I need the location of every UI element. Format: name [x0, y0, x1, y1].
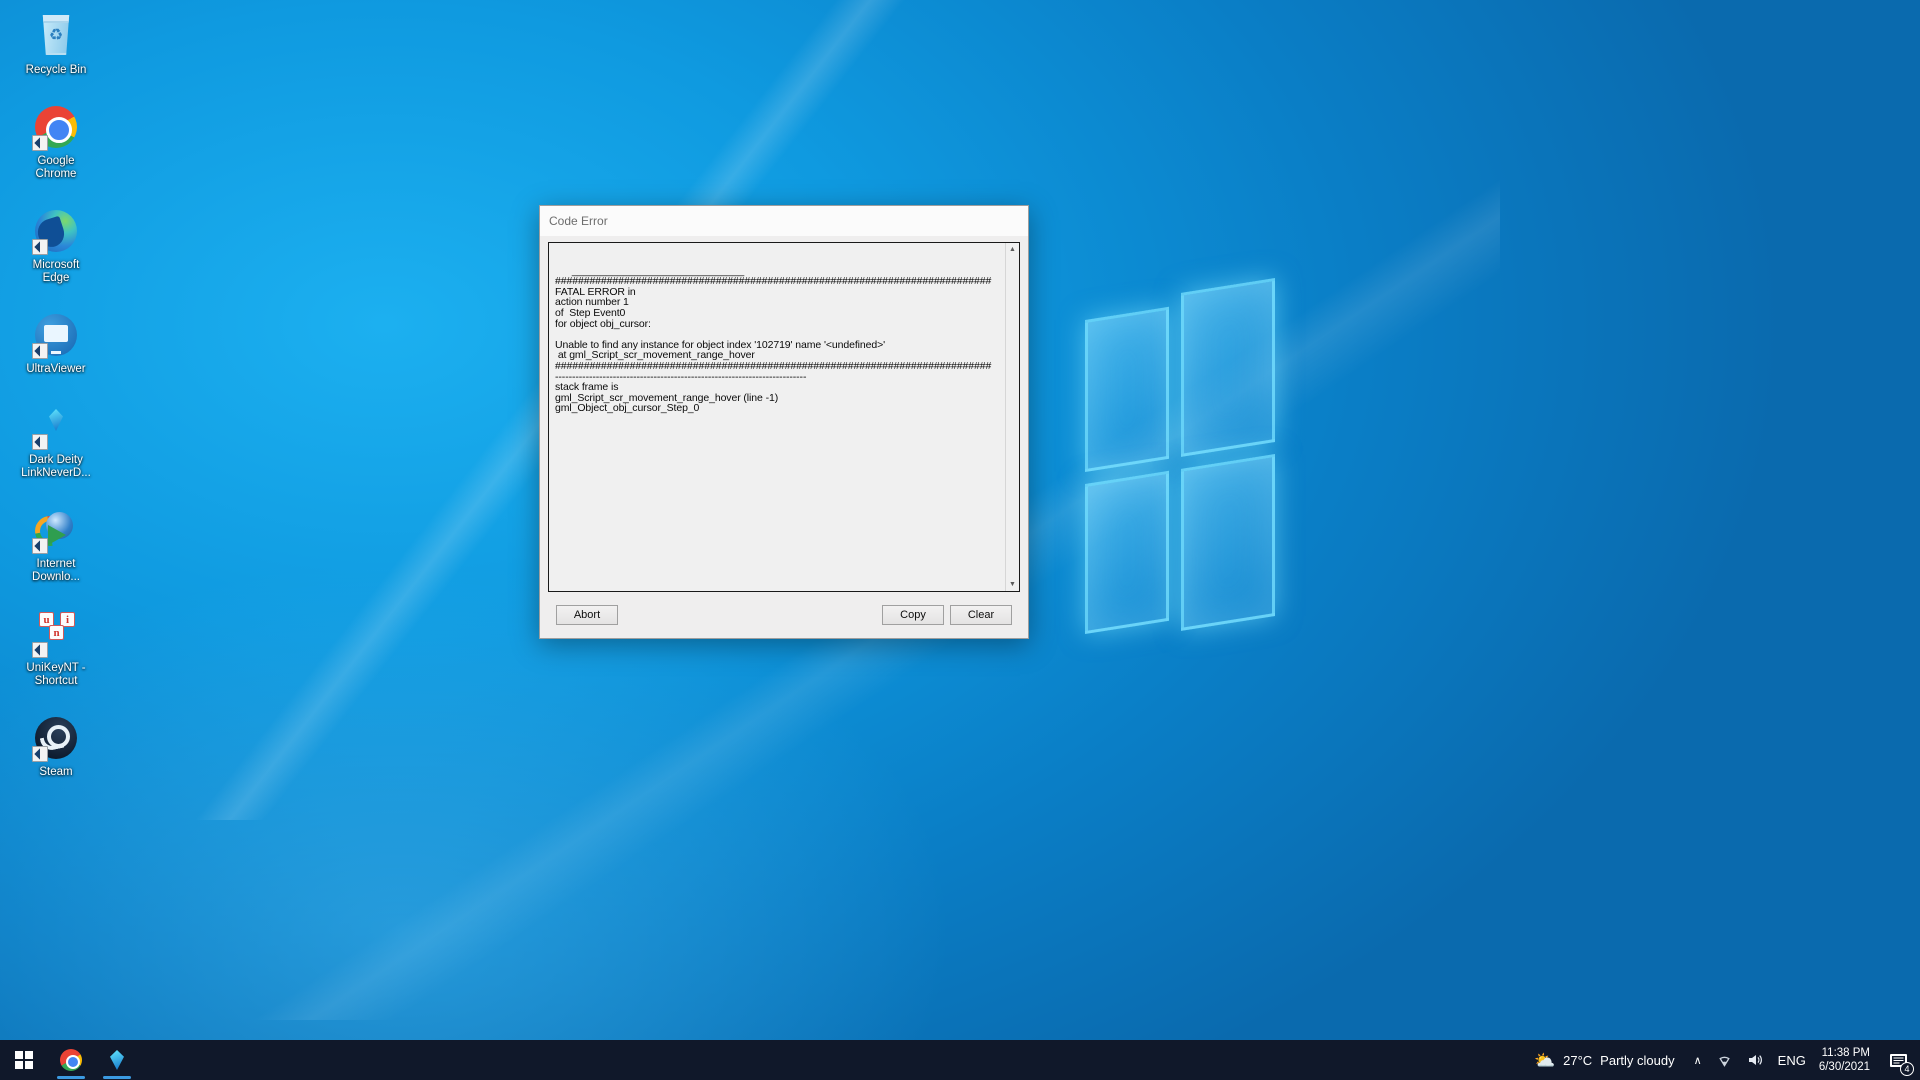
- show-hidden-icons-button[interactable]: ∧: [1687, 1040, 1709, 1080]
- taskbar-item-chrome[interactable]: [48, 1040, 94, 1080]
- copy-button[interactable]: Copy: [882, 605, 944, 625]
- internet-download-manager-icon: [32, 506, 80, 554]
- scroll-up-arrow-icon[interactable]: ▲: [1006, 243, 1019, 256]
- steam-icon: [32, 714, 80, 762]
- desktop-icon-microsoft-edge[interactable]: Microsoft Edge: [0, 203, 112, 291]
- desktop-icon-label: Steam: [2, 766, 110, 779]
- weather-description: Partly cloudy: [1600, 1053, 1674, 1068]
- error-text-scrollbar[interactable]: ▲ ▼: [1005, 243, 1019, 591]
- taskbar-item-dark-deity[interactable]: [94, 1040, 140, 1080]
- windows-start-icon: [15, 1051, 33, 1069]
- partly-cloudy-night-icon: ⛅: [1534, 1052, 1555, 1069]
- windows-logo-watermark: [1085, 290, 1275, 640]
- volume-icon[interactable]: [1740, 1040, 1771, 1080]
- desktop-icon-label: UltraViewer: [2, 363, 110, 376]
- google-chrome-icon: [32, 103, 80, 151]
- action-center-button[interactable]: 4: [1880, 1040, 1916, 1080]
- desktop-icon-steam[interactable]: Steam: [0, 710, 112, 785]
- language-indicator[interactable]: ENG: [1771, 1040, 1813, 1080]
- desktop-icon-recycle-bin[interactable]: Recycle Bin: [0, 8, 112, 83]
- code-error-dialog[interactable]: Code Error _____________________________…: [539, 205, 1029, 639]
- desktop-icon-unikeynt[interactable]: uin UniKeyNT - Shortcut: [0, 606, 112, 694]
- ultraviewer-icon: [32, 311, 80, 359]
- desktop-icon-label: Dark Deity LinkNeverD...: [2, 454, 110, 480]
- desktop-icon-internet-download-manager[interactable]: Internet Downlo...: [0, 502, 112, 590]
- shortcut-arrow-icon: [32, 343, 48, 359]
- shortcut-arrow-icon: [32, 538, 48, 554]
- dialog-title-bar[interactable]: Code Error: [540, 206, 1028, 236]
- abort-button[interactable]: Abort: [556, 605, 618, 625]
- desktop-icon-google-chrome[interactable]: Google Chrome: [0, 99, 112, 187]
- weather-widget[interactable]: ⛅ 27°C Partly cloudy: [1526, 1040, 1687, 1080]
- system-tray: ⛅ 27°C Partly cloudy ∧ ENG 11:38 PM 6/30…: [1526, 1040, 1920, 1080]
- clock-time: 11:38 PM: [1822, 1046, 1870, 1060]
- google-chrome-icon: [60, 1049, 82, 1071]
- unikey-icon: uin: [32, 610, 80, 658]
- desktop-icon-dark-deity[interactable]: Dark Deity LinkNeverD...: [0, 398, 112, 486]
- desktop-icon-label: Google Chrome: [2, 155, 110, 181]
- notification-count-badge: 4: [1900, 1062, 1914, 1076]
- desktop-icon-label: Microsoft Edge: [2, 259, 110, 285]
- desktop-icon-grid: Recycle Bin Google Chrome Microsoft Edge…: [0, 8, 112, 801]
- error-message-text: ______________________________ #########…: [549, 243, 1005, 591]
- desktop-icon-label: UniKeyNT - Shortcut: [2, 662, 110, 688]
- clock[interactable]: 11:38 PM 6/30/2021: [1813, 1040, 1880, 1080]
- start-button[interactable]: [0, 1040, 48, 1080]
- scrollbar-track[interactable]: [1006, 256, 1019, 578]
- shortcut-arrow-icon: [32, 239, 48, 255]
- desktop-icon-ultraviewer[interactable]: UltraViewer: [0, 307, 112, 382]
- weather-temperature: 27°C: [1563, 1053, 1592, 1068]
- recycle-bin-icon: [32, 12, 80, 60]
- shortcut-arrow-icon: [32, 642, 48, 658]
- shortcut-arrow-icon: [32, 135, 48, 151]
- dark-deity-icon: [110, 1050, 124, 1070]
- dialog-button-row: Abort Copy Clear: [548, 592, 1020, 638]
- scroll-down-arrow-icon[interactable]: ▼: [1006, 578, 1019, 591]
- clear-button[interactable]: Clear: [950, 605, 1012, 625]
- desktop-icon-label: Recycle Bin: [2, 64, 110, 77]
- error-text-panel[interactable]: ______________________________ #########…: [548, 242, 1020, 592]
- taskbar: ⛅ 27°C Partly cloudy ∧ ENG 11:38 PM 6/30…: [0, 1040, 1920, 1080]
- dialog-title: Code Error: [549, 214, 608, 228]
- desktop-icon-label: Internet Downlo...: [2, 558, 110, 584]
- shortcut-arrow-icon: [32, 746, 48, 762]
- microsoft-edge-icon: [32, 207, 80, 255]
- dialog-body: ______________________________ #########…: [540, 236, 1028, 638]
- clock-date: 6/30/2021: [1819, 1060, 1870, 1074]
- network-wifi-icon[interactable]: [1709, 1040, 1740, 1080]
- shortcut-arrow-icon: [32, 434, 48, 450]
- dialog-right-buttons: Copy Clear: [882, 605, 1012, 625]
- dark-deity-icon: [32, 402, 80, 450]
